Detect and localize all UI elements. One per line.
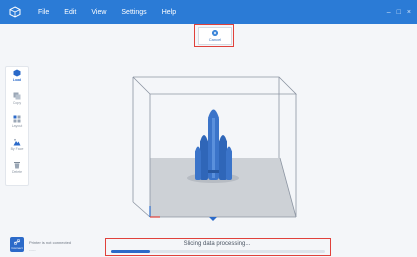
- printer-connect-label: Connect: [11, 246, 23, 250]
- front-marker: [209, 217, 217, 221]
- build-volume-viewport[interactable]: [0, 0, 417, 257]
- link-icon: [14, 239, 20, 245]
- printer-connect-button[interactable]: Connect: [10, 237, 24, 252]
- printer-status-text: Printer is not connected: [29, 240, 72, 245]
- slicing-highlight: [105, 238, 331, 256]
- printer-sub-text: -----: [29, 247, 36, 252]
